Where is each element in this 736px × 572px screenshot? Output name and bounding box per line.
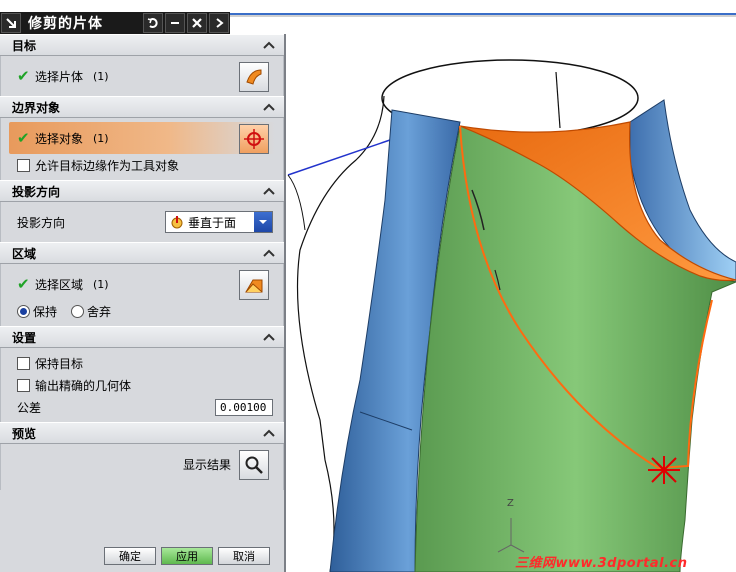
section-title: 设置	[12, 330, 37, 345]
dialog-titlebar[interactable]: 修剪的片体	[0, 12, 230, 34]
checkmark-icon: ✔	[17, 129, 30, 147]
cancel-button[interactable]: 取消	[218, 547, 270, 565]
keep-target-checkbox[interactable]	[17, 356, 30, 370]
keep-label[interactable]: 保持	[33, 303, 57, 320]
precise-geom-row[interactable]: 输出精确的几何体	[9, 374, 275, 396]
tolerance-input[interactable]: 0.00100	[215, 399, 273, 416]
select-region-label: 选择区域	[35, 277, 84, 292]
chevron-down-icon[interactable]	[254, 212, 272, 232]
precise-geom-checkbox[interactable]	[17, 378, 30, 392]
checkmark-icon: ✔	[17, 67, 30, 85]
select-sheet-count: (1)	[93, 69, 109, 83]
region-select-button[interactable]	[239, 270, 269, 300]
select-region-row[interactable]: ✔ 选择区域 (1)	[9, 268, 275, 300]
expand-arrow-icon[interactable]	[209, 13, 229, 33]
crosshair-icon	[244, 129, 264, 149]
allow-edge-checkbox[interactable]	[17, 158, 30, 172]
top-edge-line	[230, 13, 736, 17]
tolerance-row: 公差 0.00100	[9, 396, 275, 418]
chevron-up-icon[interactable]	[262, 331, 276, 343]
section-target-header[interactable]: 目标	[0, 34, 284, 56]
chevron-up-icon[interactable]	[262, 185, 276, 197]
close-icon[interactable]	[187, 13, 207, 33]
section-preview-body: 显示结果	[0, 444, 284, 490]
normal-to-face-icon	[171, 216, 183, 229]
section-boundary-body: ✔ 选择对象 (1) 允许目标边缘作为工具对象	[0, 118, 284, 180]
watermark: 三维网www.3dportal.cn	[515, 556, 688, 571]
green-face	[414, 125, 736, 572]
minimize-icon[interactable]	[165, 13, 185, 33]
discard-label[interactable]: 舍弃	[87, 303, 111, 320]
show-result-button[interactable]	[239, 450, 269, 480]
projection-row: 投影方向 垂直于面	[9, 206, 275, 238]
section-preview-header[interactable]: 预览	[0, 422, 284, 444]
object-select-button[interactable]	[239, 124, 269, 154]
keep-target-row[interactable]: 保持目标	[9, 352, 275, 374]
chevron-up-icon[interactable]	[262, 247, 276, 259]
section-title: 区域	[12, 246, 37, 261]
discard-radio[interactable]	[71, 304, 85, 318]
section-projection-body: 投影方向 垂直于面	[0, 202, 284, 242]
region-icon	[245, 279, 263, 293]
selection-point-marker	[648, 456, 680, 484]
show-result-row: 显示结果	[9, 448, 275, 480]
section-target-body: ✔ 选择片体 (1)	[0, 56, 284, 96]
chevron-up-icon[interactable]	[262, 101, 276, 113]
allow-edge-label: 允许目标边缘作为工具对象	[35, 158, 180, 173]
axis-z-label: Z	[507, 498, 514, 509]
projection-dropdown[interactable]: 垂直于面	[165, 211, 273, 233]
section-title: 目标	[12, 38, 37, 53]
chevron-up-icon[interactable]	[262, 39, 276, 51]
ok-button[interactable]: 确定	[104, 547, 156, 565]
projection-label: 投影方向	[17, 215, 66, 230]
select-sheet-label: 选择片体	[35, 69, 84, 84]
section-settings-header[interactable]: 设置	[0, 326, 284, 348]
sheet-body-icon	[246, 69, 262, 85]
precise-geom-label: 输出精确的几何体	[35, 378, 132, 393]
trim-sheet-dialog: 目标 ✔ 选择片体 (1) 边界对象 ✔ 选择对象 (1) 允许目标边缘作为工具…	[0, 34, 286, 572]
section-title: 预览	[12, 426, 37, 441]
reset-icon[interactable]	[143, 13, 163, 33]
checkmark-icon: ✔	[17, 275, 30, 293]
keep-target-label: 保持目标	[35, 356, 84, 371]
projection-value: 垂直于面	[188, 215, 237, 230]
dialog-button-bar: 确定 应用 取消	[0, 540, 284, 572]
section-title: 投影方向	[12, 184, 61, 199]
chevron-up-icon[interactable]	[262, 427, 276, 439]
select-object-row[interactable]: ✔ 选择对象 (1)	[9, 122, 275, 154]
region-radio-row: 保持 舍弃	[9, 300, 275, 322]
apply-button[interactable]: 应用	[161, 547, 213, 565]
select-object-label: 选择对象	[35, 131, 84, 146]
collapse-icon[interactable]	[1, 13, 21, 33]
tolerance-label: 公差	[17, 400, 42, 415]
section-projection-header[interactable]: 投影方向	[0, 180, 284, 202]
section-boundary-header[interactable]: 边界对象	[0, 96, 284, 118]
select-sheet-row[interactable]: ✔ 选择片体 (1)	[9, 60, 275, 92]
magnifier-icon	[245, 456, 263, 474]
section-region-header[interactable]: 区域	[0, 242, 284, 264]
section-region-body: ✔ 选择区域 (1) 保持 舍弃	[0, 264, 284, 326]
keep-radio[interactable]	[17, 304, 30, 318]
section-settings-body: 保持目标 输出精确的几何体 公差 0.00100	[0, 348, 284, 422]
allow-edge-row[interactable]: 允许目标边缘作为工具对象	[9, 154, 275, 176]
select-object-count: (1)	[93, 131, 109, 145]
dialog-title: 修剪的片体	[28, 16, 103, 32]
select-region-count: (1)	[93, 277, 109, 291]
sheet-select-button[interactable]	[239, 62, 269, 92]
section-title: 边界对象	[12, 100, 61, 115]
show-result-label: 显示结果	[182, 457, 231, 472]
